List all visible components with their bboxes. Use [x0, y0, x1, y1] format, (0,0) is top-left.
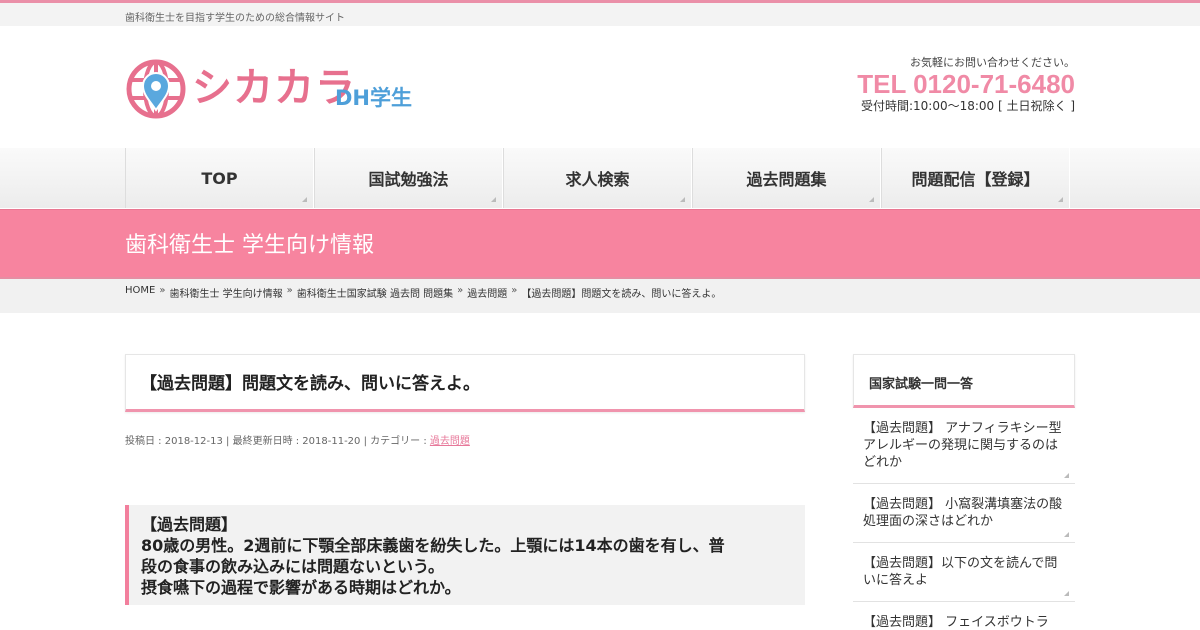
sidebar-heading-box: 国家試験一問一答	[853, 354, 1075, 408]
corner-triangle-icon	[1064, 532, 1069, 537]
breadcrumb-item[interactable]: 歯科衛生士国家試験 過去問 問題集	[297, 285, 453, 300]
breadcrumb-item[interactable]: 過去問題	[467, 285, 507, 300]
sidebar-heading: 国家試験一問一答	[869, 377, 974, 392]
corner-triangle-icon	[1064, 591, 1069, 596]
logo-text: シカカラ	[192, 65, 356, 111]
question-text-line: 段の食事の飲み込みには問題ないという。	[141, 557, 445, 576]
nav-item-job-search[interactable]: 求人検索	[503, 148, 692, 208]
corner-triangle-icon	[869, 197, 874, 202]
contact-hours: 受付時間:10:00～18:00 [ 土日祝除く ]	[860, 99, 1075, 113]
contact-phone[interactable]: TEL 0120-71-6480	[775, 70, 1075, 98]
nav-item-study-method[interactable]: 国試勉強法	[314, 148, 503, 208]
breadcrumb: HOME » 歯科衛生士 学生向け情報 » 歯科衛生士国家試験 過去問 問題集 …	[125, 285, 721, 300]
corner-triangle-icon	[1064, 473, 1069, 478]
site-logo[interactable]: シカカラ DH学生	[125, 58, 425, 122]
nav-item-label: 問題配信【登録】	[911, 170, 1040, 189]
breadcrumb-current: 【過去問題】問題文を読み、問いに答えよ。	[521, 289, 722, 300]
corner-triangle-icon	[680, 197, 685, 202]
breadcrumb-home[interactable]: HOME	[125, 285, 155, 300]
category-banner: 歯科衛生士 学生向け情報	[0, 209, 1200, 279]
banner-title: 歯科衛生士 学生向け情報	[125, 233, 374, 258]
breadcrumb-separator: »	[457, 285, 464, 296]
nav-item-register[interactable]: 問題配信【登録】	[881, 148, 1070, 208]
question-box: 【過去問題】 80歳の男性。2週前に下顎全部床義歯を紛失した。上顎には14本の歯…	[125, 505, 805, 605]
nav-item-label: 過去問題集	[746, 170, 827, 189]
breadcrumb-bar: HOME » 歯科衛生士 学生向け情報 » 歯科衛生士国家試験 過去問 問題集 …	[0, 279, 1200, 313]
sidebar-item-label: 【過去問題】 フェイスボウトラ	[863, 615, 1049, 630]
question-text-line: 80歳の男性。2週前に下顎全部床義歯を紛失した。上顎には14本の歯を有し、普	[141, 536, 725, 555]
corner-triangle-icon	[491, 197, 496, 202]
breadcrumb-separator: »	[159, 285, 166, 296]
article-title-box: 【過去問題】問題文を読み、問いに答えよ。	[125, 354, 805, 412]
sidebar: 国家試験一問一答 【過去問題】 アナフィラキシー型アレルギーの発現に関与するのは…	[853, 354, 1075, 630]
sidebar-item[interactable]: 【過去問題】 アナフィラキシー型アレルギーの発現に関与するのはどれか	[853, 408, 1075, 484]
breadcrumb-separator: »	[511, 285, 518, 296]
contact-note: お気軽にお問い合わせください。	[910, 56, 1075, 69]
question-text-line: 摂食嚥下の過程で影響がある時期はどれか。	[141, 578, 461, 597]
sidebar-item[interactable]: 【過去問題】以下の文を読んで問いに答えよ	[853, 543, 1075, 602]
nav-item-top[interactable]: TOP	[125, 148, 314, 208]
nav-item-label: TOP	[201, 168, 238, 188]
article-title: 【過去問題】問題文を読み、問いに答えよ。	[140, 374, 480, 394]
sidebar-item-label: 【過去問題】以下の文を読んで問いに答えよ	[863, 556, 1058, 588]
breadcrumb-item[interactable]: 歯科衛生士 学生向け情報	[169, 285, 282, 300]
logo-subtext: DH学生	[335, 86, 413, 110]
nav-item-label: 国試勉強法	[368, 170, 449, 189]
sidebar-item[interactable]: 【過去問題】 フェイスボウトラ	[853, 602, 1075, 630]
site-tagline: 歯科衛生士を目指す学生のための総合情報サイト	[125, 13, 345, 24]
question-label: 【過去問題】	[141, 515, 238, 534]
sidebar-list: 【過去問題】 アナフィラキシー型アレルギーの発現に関与するのはどれか 【過去問題…	[853, 408, 1075, 630]
breadcrumb-separator: »	[286, 285, 293, 296]
sidebar-item-label: 【過去問題】 アナフィラキシー型アレルギーの発現に関与するのはどれか	[863, 421, 1062, 470]
corner-triangle-icon	[302, 197, 307, 202]
category-link[interactable]: 過去問題	[430, 436, 470, 447]
corner-triangle-icon	[1058, 197, 1063, 202]
nav-item-past-exams[interactable]: 過去問題集	[692, 148, 881, 208]
main-nav: TOP 国試勉強法 求人検索 過去問題集 問題配信【登録】	[0, 148, 1200, 208]
contact-info: お気軽にお問い合わせください。 TEL 0120-71-6480 受付時間:10…	[775, 56, 1075, 114]
article-meta: 投稿日 : 2018-12-13 | 最終更新日時 : 2018-11-20 |…	[125, 432, 470, 447]
globe-pin-icon	[126, 59, 186, 119]
nav-item-label: 求人検索	[565, 170, 630, 189]
meta-dates: 投稿日 : 2018-12-13 | 最終更新日時 : 2018-11-20 |…	[125, 436, 430, 447]
top-bar: 歯科衛生士を目指す学生のための総合情報サイト	[0, 3, 1200, 26]
sidebar-item-label: 【過去問題】 小窩裂溝填塞法の酸処理面の深さはどれか	[863, 497, 1063, 529]
sidebar-item[interactable]: 【過去問題】 小窩裂溝填塞法の酸処理面の深さはどれか	[853, 484, 1075, 543]
